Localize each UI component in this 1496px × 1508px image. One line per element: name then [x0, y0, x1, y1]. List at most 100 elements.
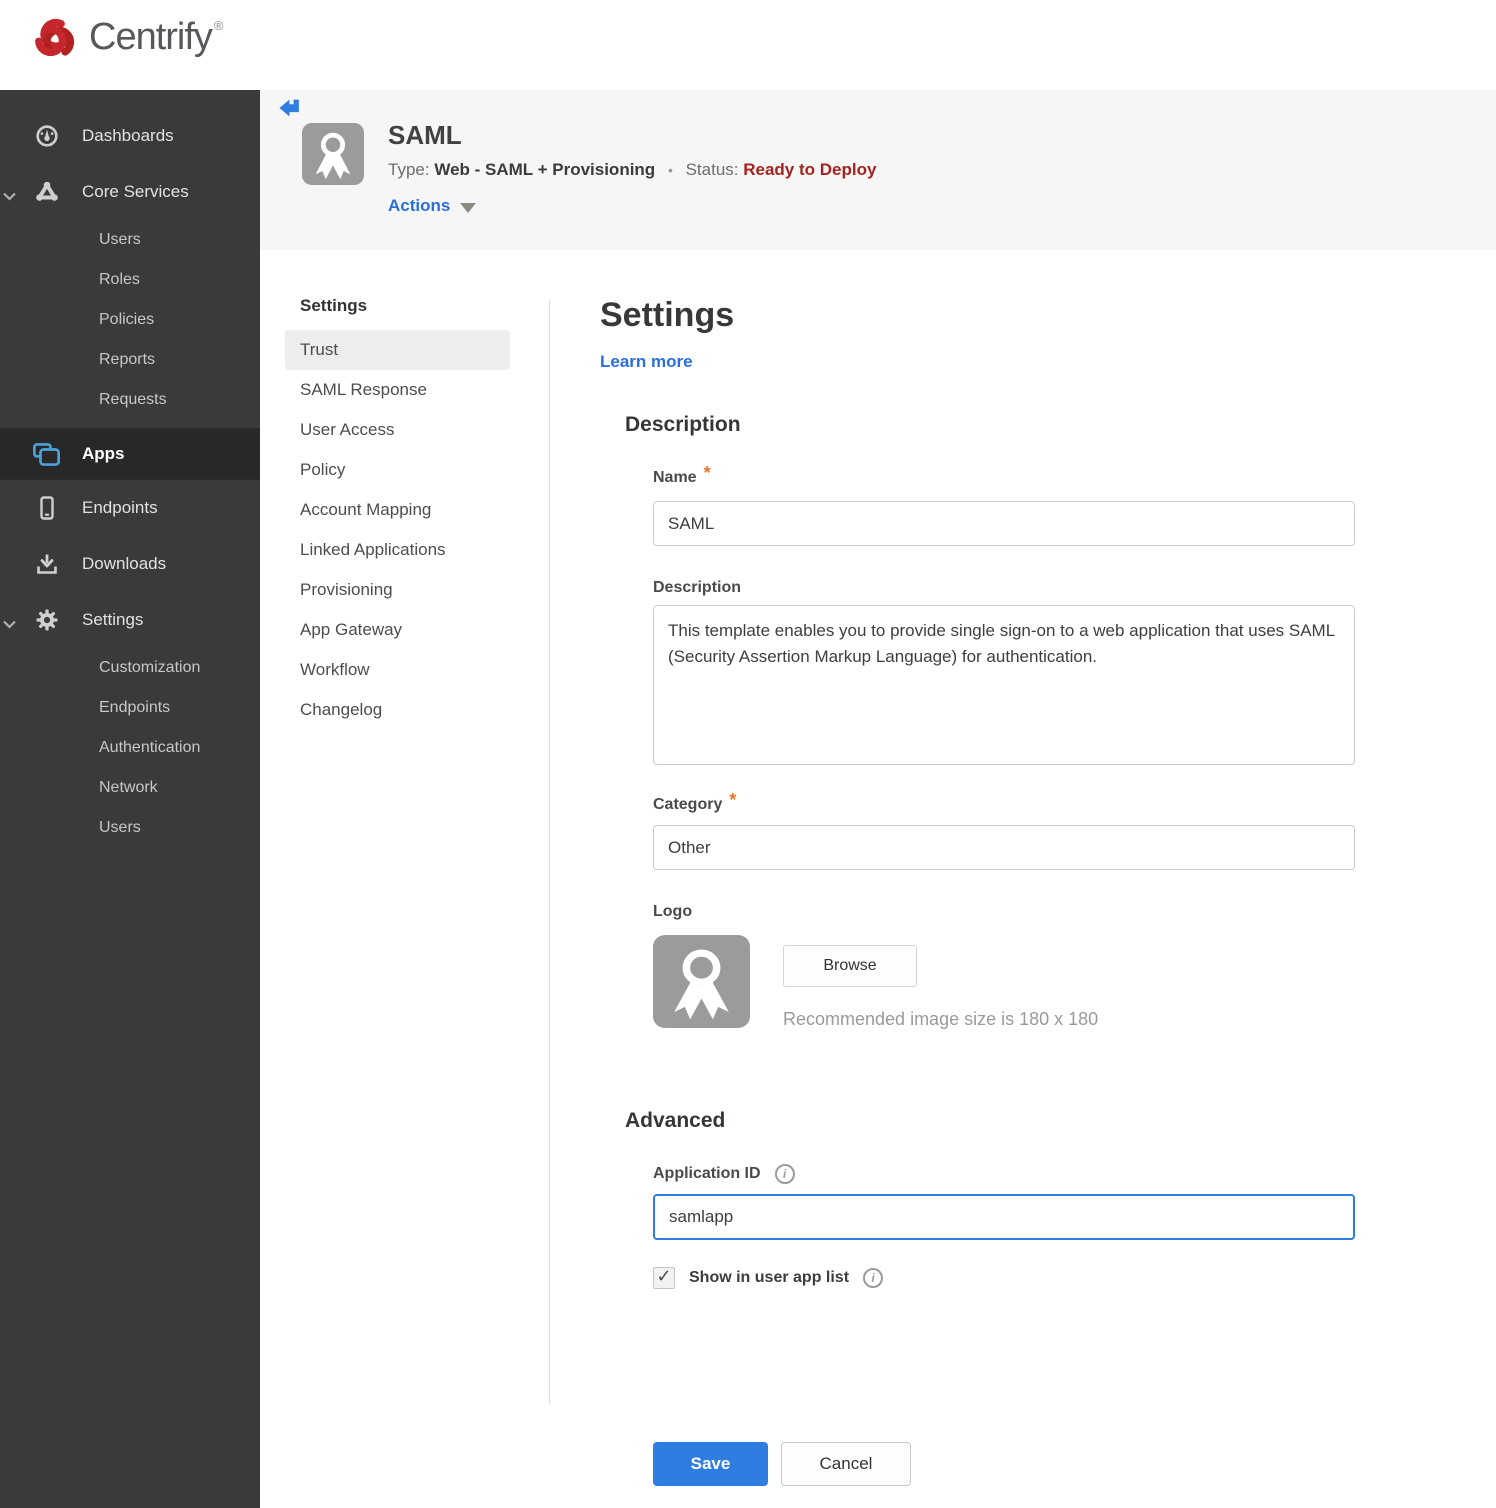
app-logo-badge — [302, 123, 364, 185]
type-value: Web - SAML + Provisioning — [434, 160, 656, 179]
sidebar-item-label: Users — [99, 231, 141, 248]
sidebar-item-label: Downloads — [82, 554, 167, 573]
sidebar-item-settings-endpoints[interactable]: Endpoints — [0, 688, 260, 728]
centrify-swirl-icon — [35, 18, 75, 57]
sidebar-item-label: Policies — [99, 311, 155, 328]
page: Centrify ® Dashboards Core Services User… — [0, 0, 1496, 1508]
sidebar: Dashboards Core Services Users Roles Pol… — [0, 90, 260, 1508]
logo-row: Browse Recommended image size is 180 x 1… — [653, 935, 1355, 1030]
advanced-section-heading: Advanced — [625, 1109, 726, 1132]
actions-label: Actions — [388, 196, 451, 215]
application-id-input[interactable] — [653, 1194, 1355, 1240]
sidebar-item-label: Requests — [99, 391, 167, 408]
actions-dropdown[interactable]: Actions — [388, 196, 876, 216]
dashboards-gauge-icon — [33, 124, 60, 148]
page-title: Settings — [600, 296, 735, 334]
sidebar-item-label: Dashboards — [82, 126, 174, 145]
application-id-label: Application ID — [653, 1165, 761, 1182]
logo-controls: Browse Recommended image size is 180 x 1… — [783, 935, 1098, 1030]
sidebar-item-roles[interactable]: Roles — [0, 260, 260, 300]
sidebar-item-label: Reports — [99, 351, 156, 368]
subnav-item-provisioning[interactable]: Provisioning — [285, 570, 510, 610]
subnav-item-linked-applications[interactable]: Linked Applications — [285, 530, 510, 570]
status-badge: Ready to Deploy — [743, 160, 877, 179]
subnav-item-trust[interactable]: Trust — [285, 330, 510, 370]
sidebar-item-settings-users[interactable]: Users — [0, 808, 260, 848]
brand-logo[interactable]: Centrify ® — [28, 8, 224, 66]
main-content: Settings Learn more Description Name* De… — [600, 250, 1370, 1486]
description-form: Name* Description This template enables … — [653, 463, 1355, 1030]
cancel-button[interactable]: Cancel — [781, 1442, 911, 1486]
subnav: Settings Trust SAML Response User Access… — [260, 250, 549, 730]
sidebar-item-dashboards[interactable]: Dashboards — [0, 108, 260, 164]
sidebar-item-requests[interactable]: Requests — [0, 380, 260, 420]
sidebar-item-label: Apps — [82, 444, 125, 463]
topbar: Centrify ® — [0, 0, 1496, 90]
sidebar-item-authentication[interactable]: Authentication — [0, 728, 260, 768]
sidebar-item-label: Core Services — [82, 182, 189, 201]
sidebar-item-apps[interactable]: Apps — [0, 428, 260, 480]
sidebar-item-label: Authentication — [99, 739, 201, 756]
app-header-info: SAML Type: Web - SAML + Provisioning • S… — [388, 120, 876, 216]
sidebar-item-core-services[interactable]: Core Services — [0, 164, 260, 220]
sidebar-item-label: Settings — [82, 610, 144, 629]
application-id-label-row: Application ID i — [653, 1164, 1355, 1184]
subnav-item-workflow[interactable]: Workflow — [285, 650, 510, 690]
gear-icon — [33, 608, 60, 632]
name-label: Name * — [653, 463, 711, 486]
core-services-icon — [33, 180, 60, 204]
type-label: Type: — [388, 160, 430, 179]
form-buttons: Save Cancel — [653, 1442, 1355, 1486]
sidebar-item-label: Endpoints — [82, 498, 158, 517]
sidebar-item-network[interactable]: Network — [0, 768, 260, 808]
logo-preview-image — [653, 935, 750, 1028]
subnav-item-app-gateway[interactable]: App Gateway — [285, 610, 510, 650]
category-input[interactable] — [653, 825, 1355, 870]
download-icon — [33, 552, 60, 576]
smartphone-icon — [33, 496, 60, 520]
sidebar-item-label: Users — [99, 819, 141, 836]
sidebar-item-policies[interactable]: Policies — [0, 300, 260, 340]
subnav-item-saml-response[interactable]: SAML Response — [285, 370, 510, 410]
subnav-item-changelog[interactable]: Changelog — [285, 690, 510, 730]
check-icon: ✓ — [656, 1266, 672, 1286]
app-meta-line: Type: Web - SAML + Provisioning • Status… — [388, 160, 876, 180]
sidebar-item-customization[interactable]: Customization — [0, 648, 260, 688]
show-in-app-list-row: ✓ Show in user app list i — [653, 1267, 1355, 1289]
subnav-item-account-mapping[interactable]: Account Mapping — [285, 490, 510, 530]
sidebar-item-reports[interactable]: Reports — [0, 340, 260, 380]
browse-button[interactable]: Browse — [783, 945, 917, 987]
sidebar-item-label: Network — [99, 779, 158, 796]
sidebar-item-users[interactable]: Users — [0, 220, 260, 260]
name-input[interactable] — [653, 501, 1355, 546]
sidebar-item-settings[interactable]: Settings — [0, 592, 260, 648]
subnav-header: Settings — [300, 296, 368, 315]
chevron-down-icon[interactable] — [3, 188, 16, 206]
advanced-form: Application ID i ✓ Show in user app list… — [653, 1164, 1355, 1486]
required-asterisk: * — [703, 463, 711, 483]
sidebar-item-label: Customization — [99, 659, 201, 676]
sidebar-item-label: Endpoints — [99, 699, 171, 716]
vertical-divider — [549, 300, 550, 1404]
show-in-app-list-label: Show in user app list — [689, 1269, 850, 1286]
save-button[interactable]: Save — [653, 1442, 768, 1486]
required-asterisk: * — [729, 790, 737, 810]
subnav-item-user-access[interactable]: User Access — [285, 410, 510, 450]
logo-label: Logo — [653, 903, 693, 920]
bullet-separator: • — [667, 162, 673, 178]
subnav-item-policy[interactable]: Policy — [285, 450, 510, 490]
description-textarea[interactable]: This template enables you to provide sin… — [653, 605, 1355, 765]
back-arrow-icon[interactable] — [278, 98, 304, 119]
info-icon[interactable]: i — [774, 1164, 795, 1184]
info-icon[interactable]: i — [863, 1268, 884, 1288]
app-title: SAML — [388, 120, 462, 150]
show-in-app-list-checkbox[interactable]: ✓ — [653, 1267, 675, 1289]
learn-more-link[interactable]: Learn more — [600, 352, 693, 372]
sidebar-item-downloads[interactable]: Downloads — [0, 536, 260, 592]
description-label: Description — [653, 579, 742, 596]
sidebar-item-endpoints[interactable]: Endpoints — [0, 480, 260, 536]
apps-icon — [33, 442, 60, 466]
status-label: Status: — [685, 160, 739, 179]
caret-down-icon — [460, 202, 477, 213]
chevron-down-icon[interactable] — [3, 616, 16, 634]
